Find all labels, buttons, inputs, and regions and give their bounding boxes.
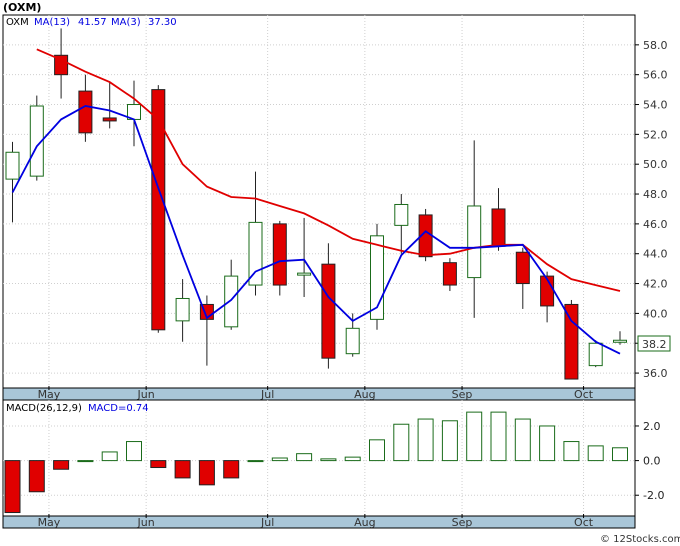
price-panel: [2, 14, 636, 389]
macd-bar: [393, 423, 410, 462]
candle-body: [588, 342, 603, 367]
macd-bar: [4, 460, 21, 514]
macd-bar: [223, 460, 240, 479]
price-ytick-label: 52.0: [643, 128, 668, 141]
macd-bar: [320, 458, 337, 462]
macd-bar: [612, 447, 628, 462]
price-y-axis: 36.038.040.042.044.046.048.050.052.054.0…: [635, 39, 668, 380]
price-ytick-label: 50.0: [643, 158, 668, 171]
legend-ma3-label: MA(3): [111, 17, 141, 28]
macd-bar: [198, 460, 215, 486]
candle-body: [5, 151, 20, 180]
x-tick-label: Sep: [452, 516, 473, 529]
candle-body: [491, 208, 506, 247]
x-tick-label: May: [38, 516, 61, 529]
candle-body: [467, 205, 482, 279]
macd-x-axis-band: [2, 515, 636, 529]
candle-body: [321, 263, 336, 359]
x-tick-label: Aug: [354, 388, 375, 401]
x-tick-label: Jun: [137, 516, 155, 529]
legend-ma3-value: 37.30: [148, 17, 177, 28]
x-tick-label: Jul: [260, 516, 274, 529]
candle-body: [442, 262, 457, 286]
macd-bar: [296, 453, 313, 462]
chart-svg: (OXM) 36.038.040.042.044.046.048.050.052…: [2, 1, 680, 545]
candle-body: [345, 327, 360, 355]
macd-bar: [514, 418, 531, 462]
macd-ytick-label: -2.0: [643, 489, 664, 502]
macd-bar: [77, 460, 94, 463]
chart-title: (OXM): [3, 1, 41, 14]
macd-bar: [563, 441, 580, 462]
macd-bar: [28, 460, 45, 493]
candle-body: [394, 203, 409, 226]
macd-legend-value: MACD=0.74: [88, 403, 149, 414]
macd-bar: [587, 445, 604, 462]
macd-ytick-label: 0.0: [643, 455, 661, 468]
price-x-axis-band: [2, 387, 636, 401]
macd-bar: [101, 451, 118, 462]
price-ytick-label: 44.0: [643, 248, 668, 261]
macd-legend-params: MACD(26,12,9): [6, 403, 82, 414]
credit-text: © 12Stocks.com: [600, 534, 680, 545]
legend-ma13-value: 41.57: [78, 17, 107, 28]
candle-body: [515, 251, 530, 285]
price-ytick-label: 54.0: [643, 99, 668, 112]
price-ytick-label: 46.0: [643, 218, 668, 231]
last-price-text: 38.2: [642, 338, 667, 351]
macd-bar: [417, 418, 434, 462]
last-price-tag: 38.2: [637, 335, 671, 352]
price-ytick-label: 58.0: [643, 39, 668, 52]
macd-bar: [369, 439, 385, 462]
macd-bar: [441, 420, 458, 462]
candle-body: [297, 272, 312, 276]
price-ytick-label: 36.0: [643, 367, 668, 380]
x-tick-label: Oct: [574, 388, 594, 401]
x-tick-label: May: [38, 388, 61, 401]
macd-bar: [539, 425, 556, 462]
macd-y-axis: 2.0 0.0 -2.0: [635, 420, 664, 502]
macd-bar: [150, 460, 167, 469]
macd-bar: [271, 457, 288, 462]
price-ytick-label: 42.0: [643, 278, 668, 291]
legend-symbol: OXM: [6, 17, 29, 28]
price-ytick-label: 48.0: [643, 188, 668, 201]
macd-bar: [466, 411, 483, 462]
macd-ytick-label: 2.0: [643, 420, 661, 433]
macd-bar: [126, 441, 142, 462]
candle-body: [78, 90, 93, 134]
candle-body: [102, 117, 117, 122]
x-tick-label: Oct: [574, 516, 594, 529]
x-tick-label: Aug: [354, 516, 375, 529]
candle-body: [224, 275, 239, 328]
legend-ma13-label: MA(13): [34, 17, 70, 28]
candle-body: [564, 303, 579, 380]
macd-bar: [490, 411, 507, 462]
price-ytick-label: 56.0: [643, 69, 668, 82]
candle-body: [613, 339, 627, 343]
x-tick-label: Sep: [452, 388, 473, 401]
candle-body: [175, 297, 190, 322]
candle-body: [272, 223, 287, 286]
chart-container: (OXM) 36.038.040.042.044.046.048.050.052…: [0, 0, 680, 546]
macd-bar: [344, 456, 361, 462]
x-tick-label: Jun: [137, 388, 155, 401]
macd-bar: [53, 460, 70, 470]
macd-legend: MACD(26,12,9) MACD=0.74: [6, 403, 149, 414]
price-ytick-label: 40.0: [643, 307, 668, 320]
macd-bar: [247, 460, 264, 463]
macd-bar: [174, 460, 191, 479]
candle-body: [151, 89, 166, 331]
x-tick-label: Jul: [260, 388, 274, 401]
